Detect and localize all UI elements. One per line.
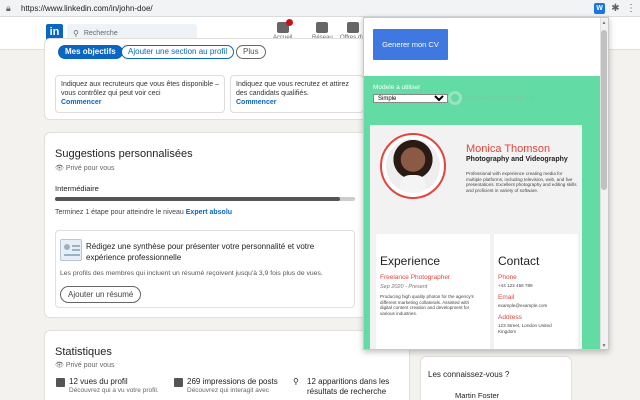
info-text: Indiquez aux recruteurs que vous êtes di… xyxy=(61,81,219,97)
network-icon xyxy=(316,22,329,33)
stat-value: 269 impressions de posts xyxy=(187,377,278,386)
my-goals-button[interactable]: Mes objectifs xyxy=(58,45,123,59)
profile-strength-fill xyxy=(55,197,340,201)
cv-generator-popup: Generer mon CV Modele a utiliser Simple … xyxy=(363,17,609,350)
jobs-icon xyxy=(346,22,359,33)
home-icon xyxy=(276,19,293,33)
stat-desc: Découvrez qui interagit avec xyxy=(187,387,270,394)
contact-column: Contact Phone +44 123 456 789 Email exam… xyxy=(494,234,578,349)
popup-scrollbar[interactable]: ▲ ▼ xyxy=(600,18,608,349)
address-value: 123 Street, London United Kingdom xyxy=(498,323,552,334)
info-text: Indiquez que vous recrutez et attirez de… xyxy=(236,81,349,97)
uis-logo-icon xyxy=(448,91,462,105)
people-you-may-know-title: Les connaissez-vous ? xyxy=(428,370,510,379)
stat-post-impressions[interactable]: 269 impressions de posts Découvrez qui i… xyxy=(187,377,278,394)
private-label: 👁︎ Privé pour vous xyxy=(55,164,114,172)
cv-bio: Professional with experience creating me… xyxy=(466,171,577,193)
browser-toolbar: 🔒︎ https://www.linkedin.com/in/john-doe/… xyxy=(0,0,640,17)
expert-link[interactable]: Expert absolu xyxy=(186,209,232,216)
scroll-down-icon[interactable]: ▼ xyxy=(601,343,607,349)
stats-private-label: 👁︎ Privé pour vous xyxy=(55,361,114,369)
job-dates: Sep 2020 - Present xyxy=(380,284,428,290)
search-placeholder: Recherche xyxy=(83,29,118,37)
more-button[interactable]: Plus xyxy=(236,45,266,59)
cv-role: Photography and Videography xyxy=(466,156,568,163)
stat-profile-views[interactable]: 12 vues du profil Découvrez qui a vu vot… xyxy=(69,377,159,394)
stat-search-appearances[interactable]: 12 apparitions dans les résultats de rec… xyxy=(307,377,397,396)
private-text: Privé pour vous xyxy=(65,165,115,172)
add-profile-section-button[interactable]: Ajouter une section au profil xyxy=(121,45,235,59)
notification-badge xyxy=(285,19,293,26)
cv-name: Monica Thomson xyxy=(466,143,551,155)
address-bar[interactable]: https://www.linkedin.com/in/john-doe/ xyxy=(21,4,589,13)
browser-menu-icon[interactable]: ⋮ xyxy=(626,3,636,14)
person-name[interactable]: Martin Foster xyxy=(455,391,499,400)
phone-value: +44 123 456 789 xyxy=(498,283,533,288)
extensions-puzzle-icon[interactable]: ✱ xyxy=(610,3,621,14)
stats-title: Statistiques xyxy=(55,346,112,358)
experience-title: Experience xyxy=(380,254,441,268)
cv-extension-icon[interactable]: W xyxy=(594,2,605,14)
people-icon xyxy=(56,378,65,387)
powered-by-text: Template designed by UIS xyxy=(464,96,535,102)
stat-desc: résultats de recherche xyxy=(307,387,387,396)
job-title: Freelance Photographer xyxy=(380,274,451,281)
contact-title: Contact xyxy=(498,254,540,268)
resume-description: Les profils des membres qui incluent un … xyxy=(60,270,323,277)
template-label: Modele a utiliser xyxy=(373,84,421,91)
step-text-label: Terminez 1 étape pour atteindre le nivea… xyxy=(55,209,184,216)
resume-document-icon xyxy=(60,239,82,261)
scroll-thumb[interactable] xyxy=(601,30,607,190)
stat-value: 12 vues du profil xyxy=(69,377,128,386)
suggestions-title: Suggestions personnalisées xyxy=(55,148,193,160)
profile-strength-bar xyxy=(55,197,355,201)
email-value: example@example.com xyxy=(498,303,548,308)
resume-title: Rédigez une synthèse pour présenter votr… xyxy=(86,242,315,262)
stat-desc: Découvrez qui a vu votre profil. xyxy=(69,387,159,394)
eye-icon: 👁︎ xyxy=(55,362,64,369)
stat-value: 12 apparitions dans les xyxy=(307,377,390,386)
profile-photo xyxy=(386,139,440,193)
lock-icon: 🔒︎ xyxy=(6,3,11,13)
level-label: Intermédiaire xyxy=(55,184,99,193)
private-text: Privé pour vous xyxy=(65,362,115,369)
template-select[interactable]: Simple xyxy=(373,94,448,103)
step-text: Terminez 1 étape pour atteindre le nivea… xyxy=(55,209,232,216)
job-description: Producing high quality photos for the ag… xyxy=(380,294,474,316)
hiring-box[interactable]: Indiquez que vous recrutez et attirez de… xyxy=(230,75,364,113)
open-to-work-box[interactable]: Indiquez aux recruteurs que vous êtes di… xyxy=(55,75,225,113)
add-summary-button[interactable]: Ajouter un résumé xyxy=(60,286,142,303)
search-appearances-icon: ⚲ xyxy=(293,377,299,386)
start-link[interactable]: Commencer xyxy=(61,98,219,107)
generate-cv-button[interactable]: Generer mon CV xyxy=(373,29,448,60)
experience-column: Experience Freelance Photographer Sep 20… xyxy=(376,234,490,349)
scroll-up-icon[interactable]: ▲ xyxy=(601,20,607,26)
start-link[interactable]: Commencer xyxy=(236,98,358,107)
cv-preview: Monica Thomson Photography and Videograp… xyxy=(370,125,582,349)
bar-chart-icon xyxy=(174,378,183,387)
search-icon: ⚲ xyxy=(73,28,79,38)
address-label: Address xyxy=(498,314,522,321)
phone-label: Phone xyxy=(498,274,517,281)
eye-icon: 👁︎ xyxy=(55,165,64,172)
email-label: Email xyxy=(498,294,515,301)
